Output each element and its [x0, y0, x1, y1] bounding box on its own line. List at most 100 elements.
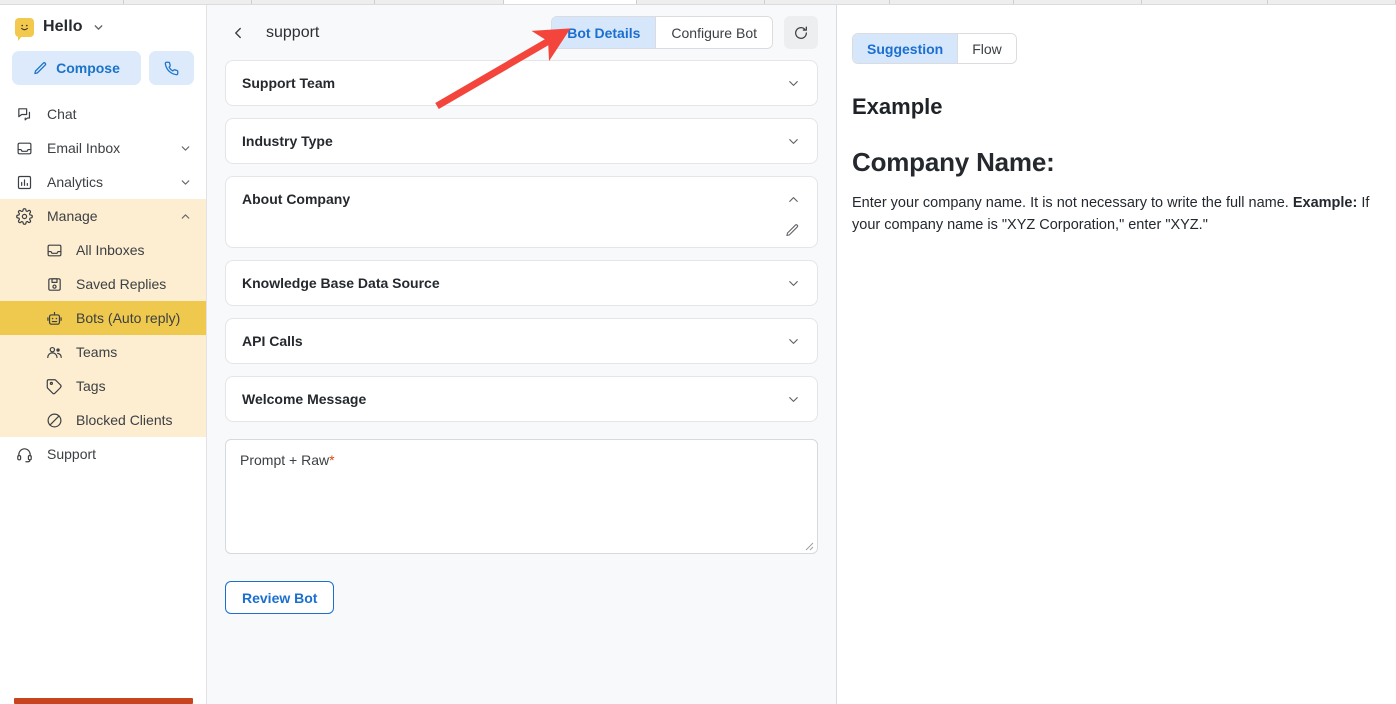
accordion-header[interactable]: About Company [226, 177, 817, 221]
browser-tab[interactable] [764, 0, 890, 4]
tab-suggestion[interactable]: Suggestion [853, 34, 958, 63]
sidebar-item-blocked-clients[interactable]: Blocked Clients [0, 403, 206, 437]
chat-bubbles-icon [15, 106, 33, 123]
sidebar-item-teams[interactable]: Teams [0, 335, 206, 369]
people-icon [45, 344, 63, 361]
accordion-welcome-message: Welcome Message [225, 376, 818, 422]
refresh-icon [793, 25, 809, 41]
company-name-description: Enter your company name. It is not neces… [852, 192, 1386, 237]
browser-tab[interactable] [124, 0, 253, 4]
chevron-down-icon[interactable] [786, 392, 801, 407]
chevron-up-icon[interactable] [179, 210, 192, 223]
panel-header: support Bot Details Configure Bot [207, 5, 836, 60]
inbox-icon [45, 242, 63, 259]
save-reply-icon [45, 276, 63, 293]
sidebar-item-label: Teams [76, 344, 118, 360]
browser-tab[interactable] [252, 0, 376, 4]
brand-header[interactable]: Hello [0, 5, 206, 41]
phone-icon [164, 61, 179, 76]
brand-name: Hello [43, 18, 83, 35]
chevron-down-icon[interactable] [786, 276, 801, 291]
sidebar-group-manage: Manage All Inboxes Saved Replies Bots (A… [0, 199, 206, 437]
app-root: Hello Compose Chat Email Inbox Analytics… [0, 0, 1396, 704]
sidebar-item-email-inbox[interactable]: Email Inbox [0, 131, 206, 165]
chevron-down-icon[interactable] [179, 142, 192, 155]
sidebar-item-analytics[interactable]: Analytics [0, 165, 206, 199]
inbox-icon [15, 140, 33, 157]
chevron-left-icon [229, 24, 247, 42]
sidebar-item-label: Bots (Auto reply) [76, 310, 181, 326]
chevron-down-icon[interactable] [92, 21, 105, 34]
back-button[interactable] [225, 20, 251, 46]
chevron-down-icon[interactable] [786, 134, 801, 149]
sidebar-item-label: Tags [76, 378, 106, 394]
resize-grip-icon[interactable] [802, 538, 814, 551]
panel-header-actions: Bot Details Configure Bot [551, 16, 818, 49]
tab-flow[interactable]: Flow [957, 34, 1016, 63]
accordion-title: Welcome Message [242, 391, 367, 407]
compose-button[interactable]: Compose [12, 51, 141, 85]
phone-call-button[interactable] [149, 51, 194, 85]
chevron-down-icon[interactable] [786, 76, 801, 91]
browser-tab[interactable] [375, 0, 505, 4]
accordion-knowledge-base-data-source: Knowledge Base Data Source [225, 260, 818, 306]
accordion-title: Support Team [242, 75, 336, 91]
sidebar: Hello Compose Chat Email Inbox Analytics… [0, 0, 207, 704]
sidebar-item-tags[interactable]: Tags [0, 369, 206, 403]
sidebar-item-chat[interactable]: Chat [0, 97, 206, 131]
pencil-icon[interactable] [785, 223, 800, 238]
accordion-api-calls: API Calls [225, 318, 818, 364]
prompt-raw-textarea[interactable]: Prompt + Raw* [225, 439, 818, 554]
review-bot-button[interactable]: Review Bot [225, 581, 335, 614]
browser-tab[interactable] [889, 0, 1015, 4]
sidebar-item-label: Blocked Clients [76, 412, 173, 428]
browser-tab[interactable] [636, 0, 765, 4]
example-title: Example [852, 94, 943, 119]
bot-details-panel: support Bot Details Configure Bot Suppor… [207, 0, 837, 704]
accordion-list: Support Team Industry Type About Company [207, 60, 836, 422]
chevron-down-icon[interactable] [179, 176, 192, 189]
tag-icon [45, 378, 63, 395]
browser-tab[interactable] [1014, 0, 1142, 4]
tab-configure-bot[interactable]: Configure Bot [655, 17, 772, 48]
chevron-up-icon[interactable] [786, 192, 801, 207]
sidebar-bottom-accent-bar [14, 698, 193, 704]
compose-button-label: Compose [56, 60, 120, 76]
tab-bot-details[interactable]: Bot Details [552, 17, 656, 48]
sidebar-item-saved-replies[interactable]: Saved Replies [0, 267, 206, 301]
sidebar-item-manage[interactable]: Manage [0, 199, 206, 233]
accordion-header[interactable]: API Calls [226, 319, 817, 363]
browser-tab-strip [0, 0, 1396, 5]
accordion-header[interactable]: Knowledge Base Data Source [226, 261, 817, 305]
bar-chart-icon [15, 174, 33, 191]
sidebar-item-label: Email Inbox [47, 140, 121, 156]
sidebar-item-label: Manage [47, 208, 98, 224]
accordion-header[interactable]: Industry Type [226, 119, 817, 163]
prompt-raw-label: Prompt + Raw* [240, 452, 803, 468]
sidebar-item-label: Support [47, 446, 97, 462]
browser-tab-active[interactable] [504, 0, 637, 4]
suggestion-panel: Suggestion Flow Example Company Name: En… [837, 0, 1396, 704]
sidebar-nav: Chat Email Inbox Analytics Manage All In… [0, 97, 206, 471]
block-icon [45, 412, 63, 429]
description-bold-label: Example: [1292, 195, 1358, 211]
required-marker: * [329, 452, 335, 468]
accordion-header[interactable]: Welcome Message [226, 377, 817, 421]
browser-tab[interactable] [1268, 0, 1396, 4]
page-title: support [266, 23, 320, 41]
sidebar-item-support[interactable]: Support [0, 437, 206, 471]
prompt-raw-label-text: Prompt + Raw [240, 452, 330, 468]
sidebar-item-all-inboxes[interactable]: All Inboxes [0, 233, 206, 267]
refresh-button[interactable] [784, 16, 818, 49]
sidebar-item-bots-auto-reply[interactable]: Bots (Auto reply) [0, 301, 206, 335]
sidebar-actions: Compose [0, 39, 206, 85]
headset-icon [15, 446, 33, 463]
browser-tab[interactable] [1141, 0, 1269, 4]
accordion-body [226, 221, 817, 249]
description-part-1: Enter your company name. It is not neces… [852, 195, 1293, 211]
browser-tab[interactable] [0, 0, 125, 4]
chevron-down-icon[interactable] [786, 334, 801, 349]
accordion-about-company: About Company [225, 176, 818, 248]
accordion-header[interactable]: Support Team [226, 61, 817, 105]
sidebar-item-label: Chat [47, 106, 77, 122]
